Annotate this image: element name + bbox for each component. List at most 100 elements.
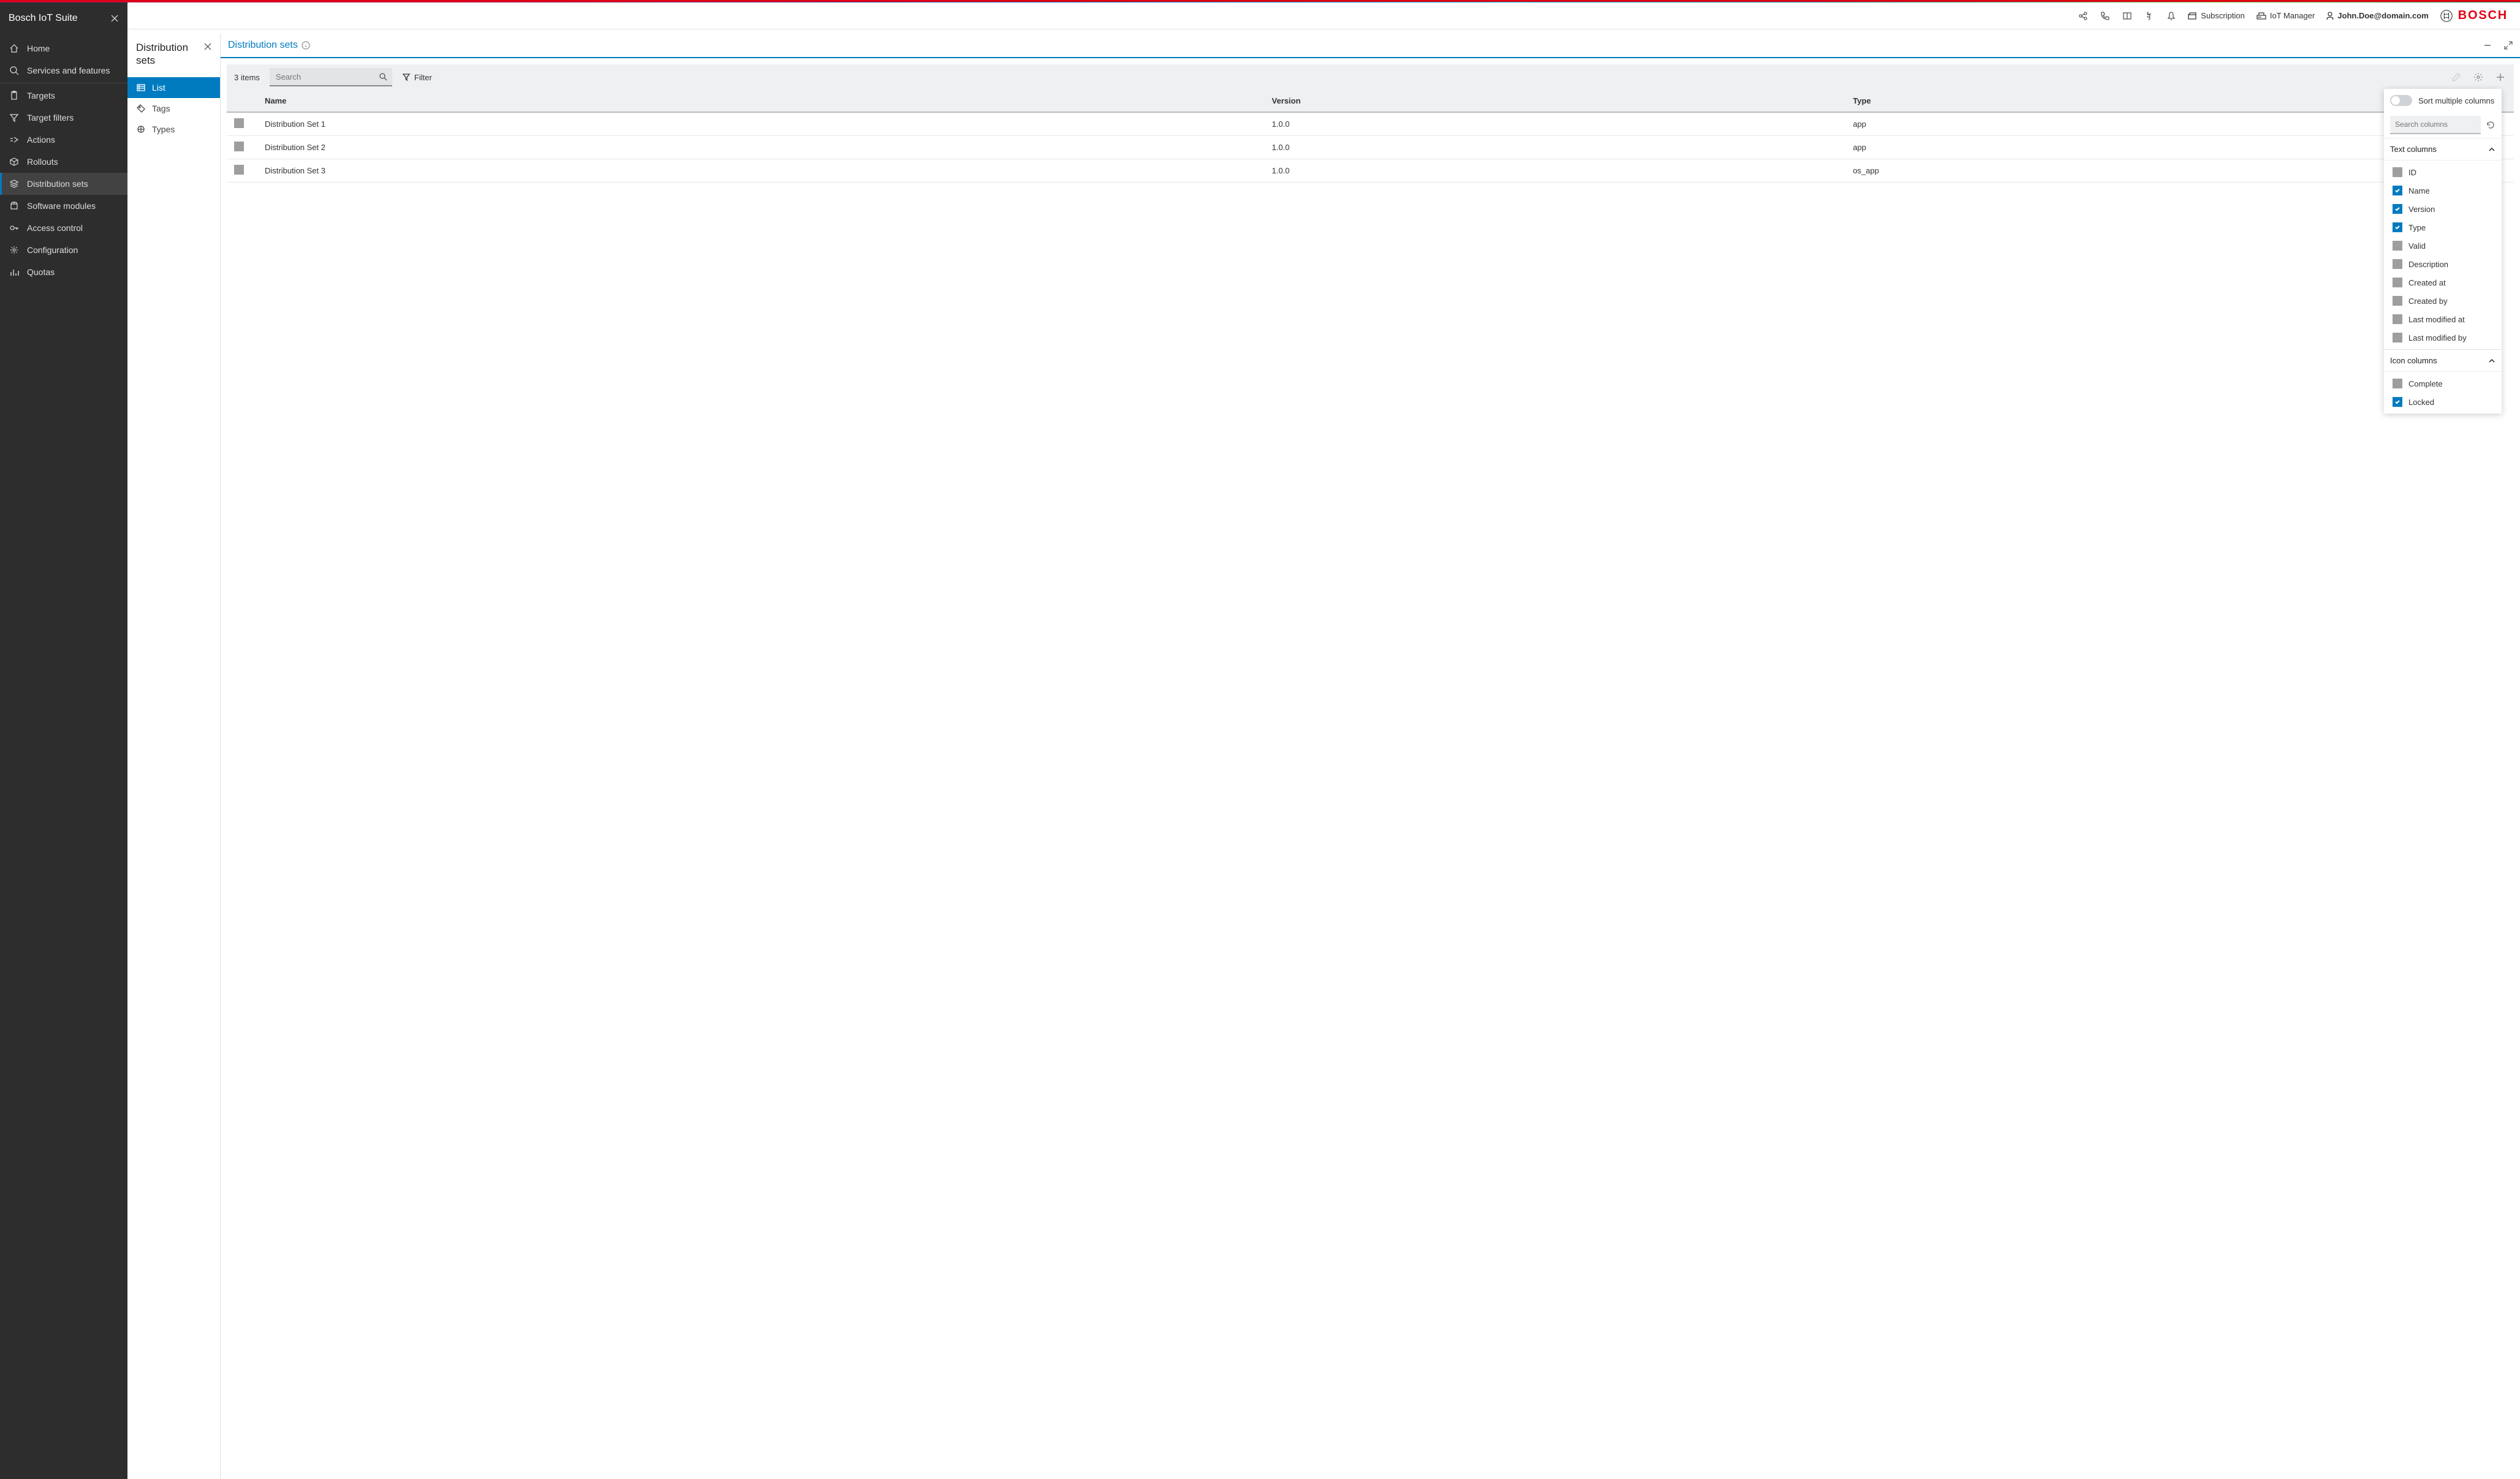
column-name[interactable]: Name [257, 90, 1264, 112]
cell-type: os_app [1845, 159, 2391, 183]
chevron-up-icon [2488, 357, 2495, 365]
column-toggle-last-modified-by[interactable]: Last modified by [2384, 328, 2502, 347]
list-icon [136, 83, 146, 93]
text-columns-section[interactable]: Text columns [2384, 138, 2502, 161]
cell-type: app [1845, 136, 2391, 159]
checkbox[interactable] [2393, 222, 2402, 232]
checkbox[interactable] [2393, 296, 2402, 306]
table-row[interactable]: Distribution Set 3 1.0.0 os_app [227, 159, 2514, 183]
nav-software-modules[interactable]: Software modules [0, 195, 127, 217]
column-search-input[interactable] [2390, 116, 2481, 134]
column-toggle-created-at[interactable]: Created at [2384, 273, 2502, 292]
minimize-button[interactable] [2483, 41, 2492, 50]
layers-icon [9, 178, 20, 189]
nav-distribution-sets[interactable]: Distribution sets [0, 173, 127, 195]
column-toggle-type[interactable]: Type [2384, 218, 2502, 236]
bell-icon[interactable] [2166, 10, 2177, 21]
cell-version: 1.0.0 [1264, 112, 1845, 136]
column-toggle-complete[interactable]: Complete [2384, 374, 2502, 393]
column-toggle-locked[interactable]: Locked [2384, 393, 2502, 411]
checkbox[interactable] [2393, 397, 2402, 407]
tag-icon [136, 104, 146, 113]
subnav-types[interactable]: Types [127, 119, 220, 140]
column-toggle-description[interactable]: Description [2384, 255, 2502, 273]
actions-icon [9, 134, 20, 145]
column-type[interactable]: Type [1845, 90, 2391, 112]
clipboard-icon [9, 90, 20, 101]
checkbox[interactable] [2393, 241, 2402, 251]
icon-columns-section[interactable]: Icon columns [2384, 350, 2502, 372]
add-button[interactable] [2494, 71, 2507, 83]
row-selector[interactable] [234, 142, 244, 151]
column-version[interactable]: Version [1264, 90, 1845, 112]
nav-home[interactable]: Home [0, 37, 127, 59]
edit-button[interactable] [2450, 71, 2462, 83]
reset-columns-icon[interactable] [2486, 116, 2495, 134]
checkbox[interactable] [2393, 259, 2402, 269]
expand-button[interactable] [2504, 41, 2513, 50]
cell-version: 1.0.0 [1264, 136, 1845, 159]
share-icon[interactable] [2078, 10, 2089, 21]
nav-actions[interactable]: Actions [0, 129, 127, 151]
checkbox[interactable] [2393, 333, 2402, 342]
checkbox[interactable] [2393, 167, 2402, 177]
checkbox[interactable] [2393, 186, 2402, 195]
column-settings-panel: Sort multiple columns Text columns IDNam… [2384, 89, 2502, 414]
cell-name: Distribution Set 1 [257, 112, 1264, 136]
row-selector[interactable] [234, 165, 244, 175]
nav-configuration[interactable]: Configuration [0, 239, 127, 261]
legal-icon[interactable] [2144, 10, 2155, 21]
iot-manager-link[interactable]: IoT Manager [2256, 11, 2315, 20]
column-toggle-version[interactable]: Version [2384, 200, 2502, 218]
nav-targets[interactable]: Targets [0, 85, 127, 107]
nav-rollouts[interactable]: Rollouts [0, 151, 127, 173]
column-toggle-id[interactable]: ID [2384, 163, 2502, 181]
content-title: Distribution sets [228, 40, 298, 51]
types-icon [136, 124, 146, 134]
item-count: 3 items [234, 73, 260, 82]
cube-icon [9, 156, 20, 167]
search-input[interactable] [270, 68, 392, 86]
column-toggle-created-by[interactable]: Created by [2384, 292, 2502, 310]
subscription-link[interactable]: Subscription [2188, 11, 2245, 20]
column-toggle-name[interactable]: Name [2384, 181, 2502, 200]
column-toggle-last-modified-at[interactable]: Last modified at [2384, 310, 2502, 328]
nav-quotas[interactable]: Quotas [0, 261, 127, 283]
filter-button[interactable]: Filter [402, 73, 432, 82]
cell-type: app [1845, 112, 2391, 136]
cell-name: Distribution Set 3 [257, 159, 1264, 183]
subnav-tags[interactable]: Tags [127, 98, 220, 119]
row-selector[interactable] [234, 118, 244, 128]
info-icon[interactable] [302, 41, 310, 50]
nav-services[interactable]: Services and features [0, 59, 127, 81]
settings-button[interactable] [2472, 71, 2484, 83]
book-icon[interactable] [2122, 10, 2133, 21]
phone-icon[interactable] [2100, 10, 2111, 21]
package-icon [9, 200, 20, 211]
chevron-up-icon [2488, 146, 2495, 153]
column-toggle-valid[interactable]: Valid [2384, 236, 2502, 255]
chart-icon [9, 267, 20, 278]
subpanel-title: Distribution sets [136, 41, 204, 67]
subpanel-close-button[interactable] [204, 43, 211, 50]
cell-version: 1.0.0 [1264, 159, 1845, 183]
cell-name: Distribution Set 2 [257, 136, 1264, 159]
distribution-sets-table: Name Version Type Distribution Set 1 1.0… [227, 90, 2514, 183]
checkbox[interactable] [2393, 278, 2402, 287]
sort-multiple-toggle[interactable] [2390, 95, 2412, 106]
table-row[interactable]: Distribution Set 1 1.0.0 app [227, 112, 2514, 136]
subnav-list[interactable]: List [127, 77, 220, 98]
user-menu[interactable]: John.Doe@domain.com [2326, 11, 2428, 20]
nav-access-control[interactable]: Access control [0, 217, 127, 239]
key-icon [9, 222, 20, 233]
checkbox[interactable] [2393, 314, 2402, 324]
gear-icon [9, 244, 20, 255]
home-icon [9, 43, 20, 54]
table-row[interactable]: Distribution Set 2 1.0.0 app [227, 136, 2514, 159]
nav-target-filters[interactable]: Target filters [0, 107, 127, 129]
sidebar-collapse-button[interactable] [110, 14, 119, 23]
checkbox[interactable] [2393, 204, 2402, 214]
subpanel: Distribution sets List Tags Types [127, 34, 221, 1479]
checkbox[interactable] [2393, 379, 2402, 388]
filter-icon [9, 112, 20, 123]
